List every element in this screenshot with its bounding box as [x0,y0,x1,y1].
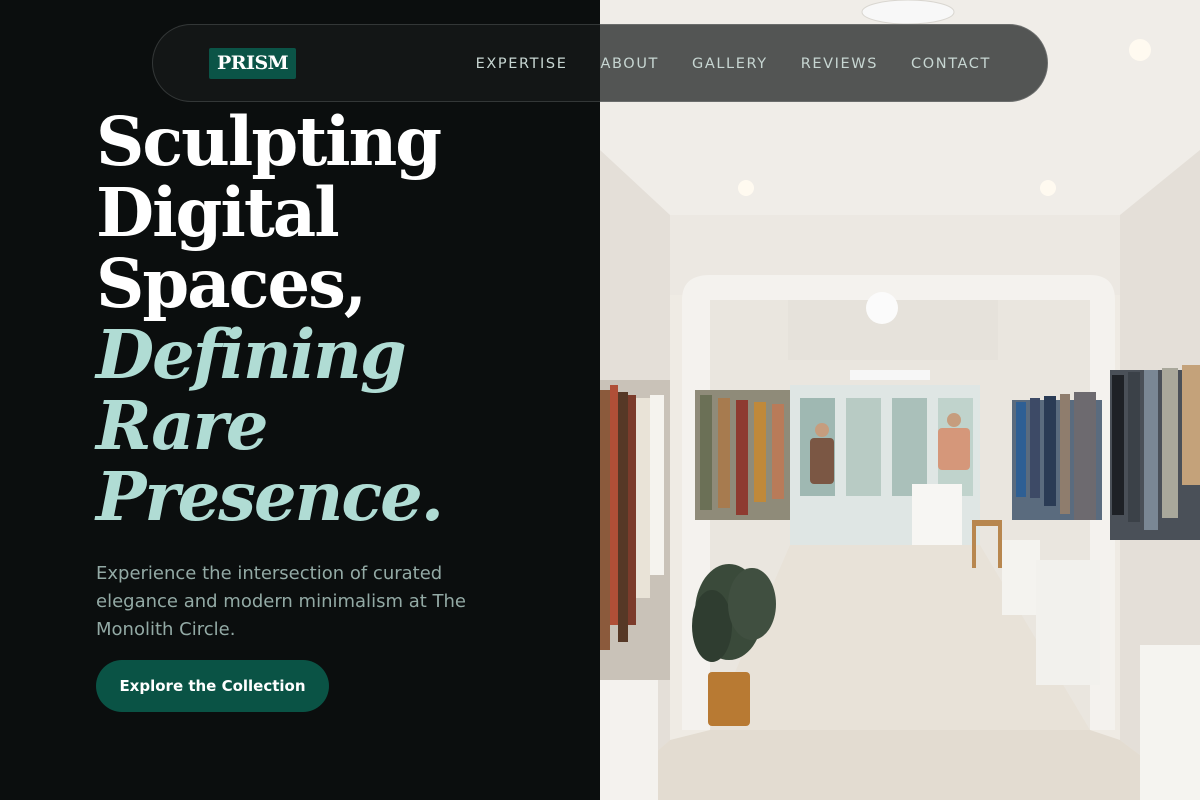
boutique-photo [600,0,1200,800]
nav-link-reviews[interactable]: REVIEWS [801,56,878,72]
headline-line: Spaces, [96,244,367,323]
hero-description: Experience the intersection of curated e… [96,563,466,640]
headline-accent-line: Rare [96,386,269,465]
headline-accent-line: Presence. [96,457,444,536]
hero-headline: Sculpting Digital Spaces, Defining Rare … [96,106,576,532]
brand-logo[interactable]: PRISM [209,48,297,79]
headline-accent-line: Defining [96,315,407,394]
nav-links: EXPERTISE ABOUT GALLERY REVIEWS CONTACT [476,25,991,103]
headline-line: Digital [96,173,340,252]
nav-link-about[interactable]: ABOUT [601,56,660,72]
nav-link-gallery[interactable]: GALLERY [692,56,768,72]
nav-link-contact[interactable]: CONTACT [911,56,991,72]
explore-collection-button[interactable]: Explore the Collection [96,660,329,712]
hero-image [600,0,1200,800]
headline-line: Sculpting [96,102,442,181]
top-navigation: PRISM EXPERTISE ABOUT GALLERY REVIEWS CO… [152,24,1048,102]
nav-link-expertise[interactable]: EXPERTISE [476,56,568,72]
